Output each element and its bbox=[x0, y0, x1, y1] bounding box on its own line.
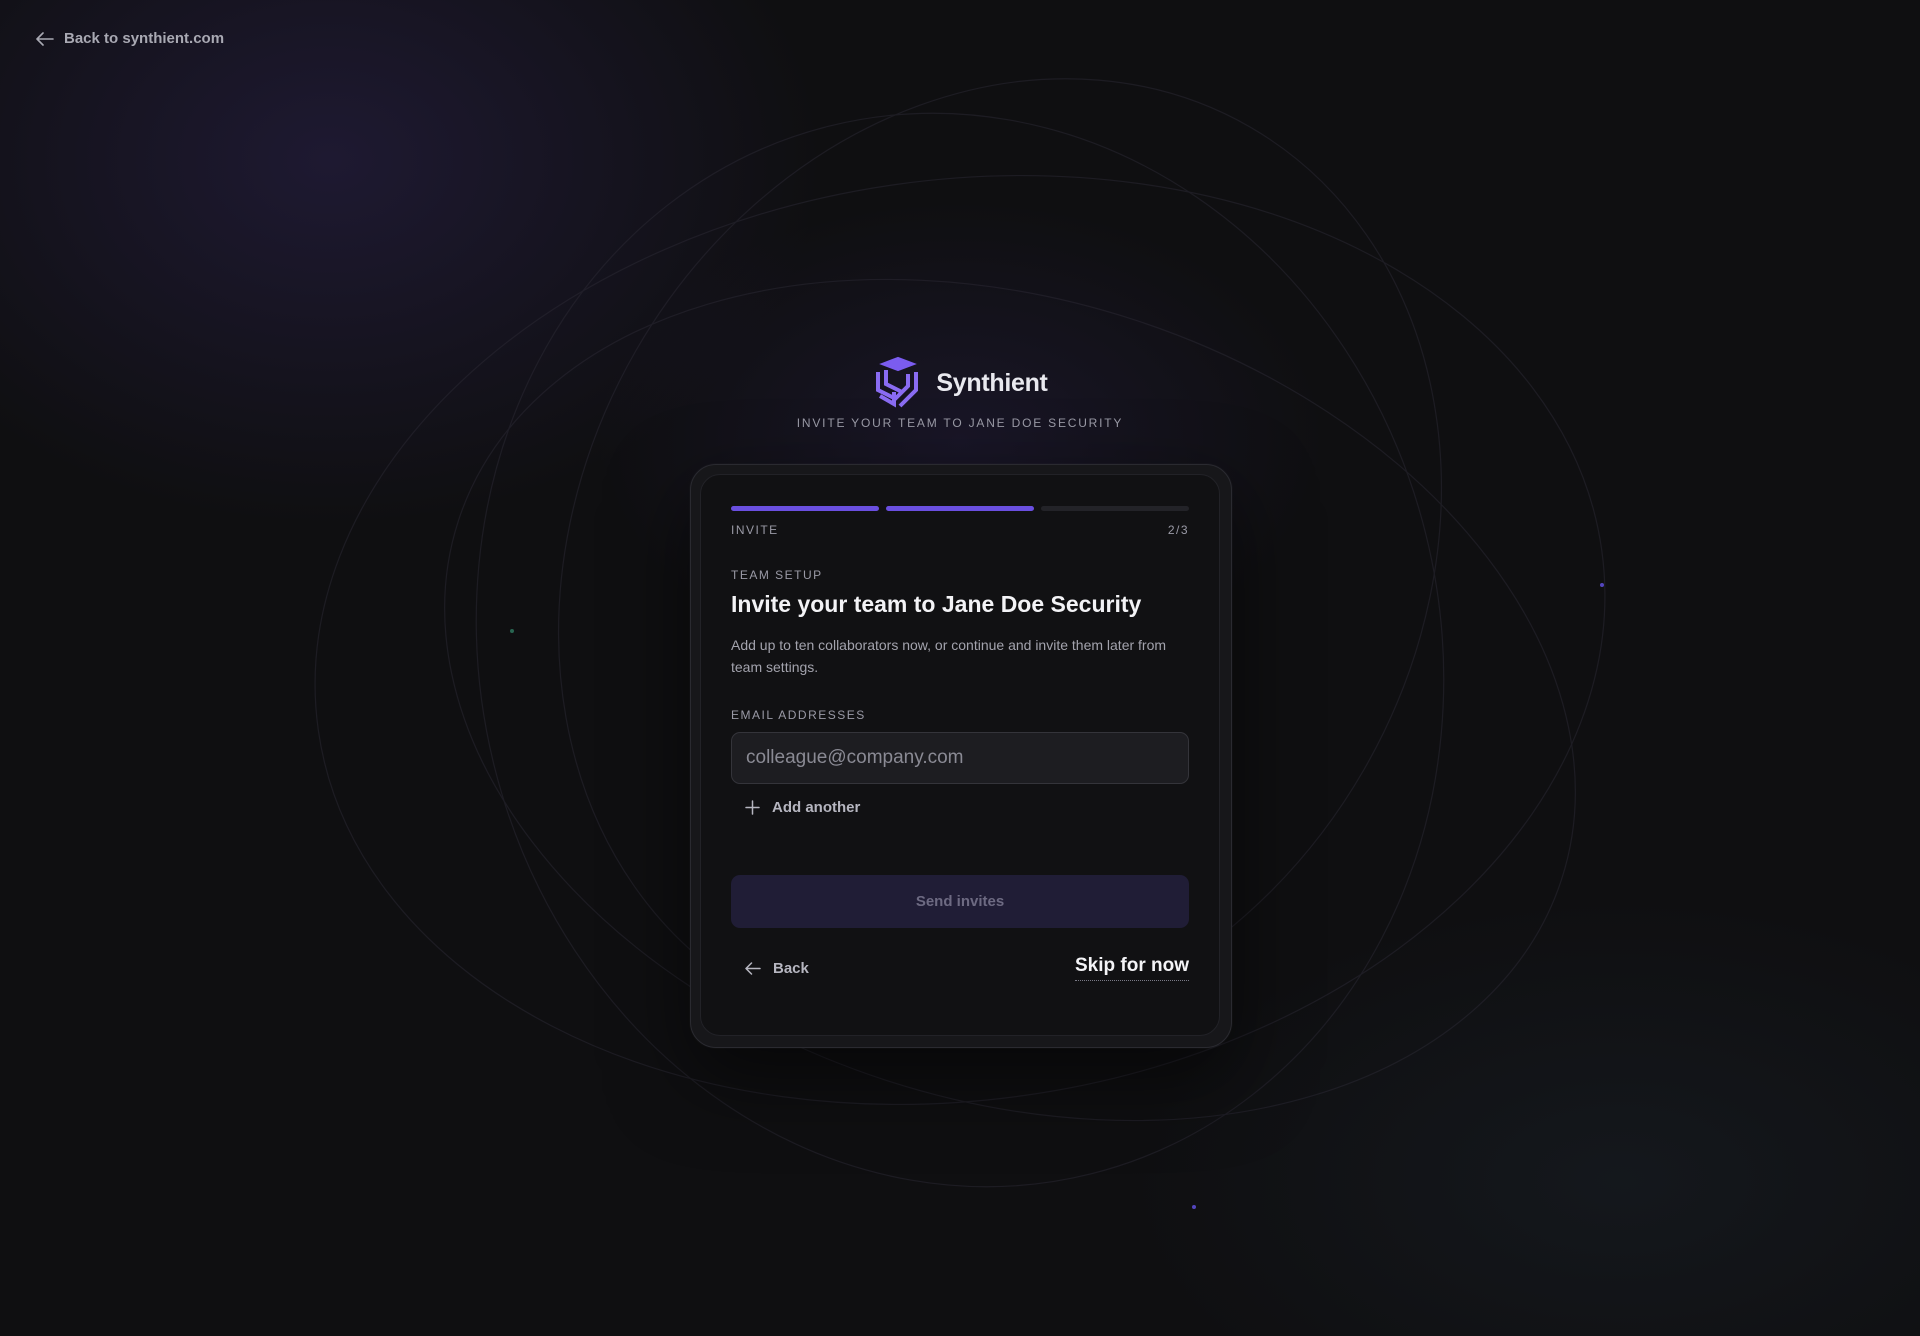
back-label: Back bbox=[773, 960, 809, 977]
step-row: INVITE 2/3 bbox=[731, 523, 1189, 537]
invite-card-frame: INVITE 2/3 TEAM SETUP Invite your team t… bbox=[690, 464, 1232, 1048]
back-button[interactable]: Back bbox=[745, 960, 809, 977]
arrow-left-icon bbox=[36, 31, 54, 46]
step-label: INVITE bbox=[731, 523, 779, 537]
progress-segment-3 bbox=[1041, 506, 1189, 511]
back-to-site-label: Back to synthient.com bbox=[64, 30, 225, 47]
back-to-site-link[interactable]: Back to synthient.com bbox=[36, 30, 224, 47]
onboarding-page: Back to synthient.com Synthient INVITE Y… bbox=[0, 0, 1920, 1336]
progress-segment-2 bbox=[886, 506, 1034, 511]
step-counter: 2/3 bbox=[1167, 523, 1189, 537]
invite-card: INVITE 2/3 TEAM SETUP Invite your team t… bbox=[700, 474, 1220, 1036]
progress-segment-1 bbox=[731, 506, 879, 511]
arrow-left-icon bbox=[745, 962, 761, 975]
email-field[interactable] bbox=[731, 732, 1189, 784]
skip-for-now-link[interactable]: Skip for now bbox=[1075, 955, 1189, 981]
brand-name: Synthient bbox=[936, 368, 1048, 397]
page-title: Invite your team to Jane Doe Security bbox=[731, 591, 1142, 617]
plus-icon bbox=[745, 800, 760, 815]
email-field-label: EMAIL ADDRESSES bbox=[731, 708, 866, 722]
section-eyebrow: TEAM SETUP bbox=[731, 568, 823, 582]
synthient-logo-icon bbox=[876, 356, 919, 408]
brand-header: Synthient bbox=[0, 356, 1920, 410]
step-progress-bar bbox=[731, 506, 1189, 511]
add-another-button[interactable]: Add another bbox=[745, 799, 860, 816]
add-another-label: Add another bbox=[772, 799, 861, 816]
brand-subtitle: INVITE YOUR TEAM TO JANE DOE SECURITY bbox=[796, 416, 1124, 430]
send-invites-button[interactable]: Send invites bbox=[731, 875, 1189, 928]
page-description: Add up to ten collaborators now, or cont… bbox=[731, 637, 1167, 675]
